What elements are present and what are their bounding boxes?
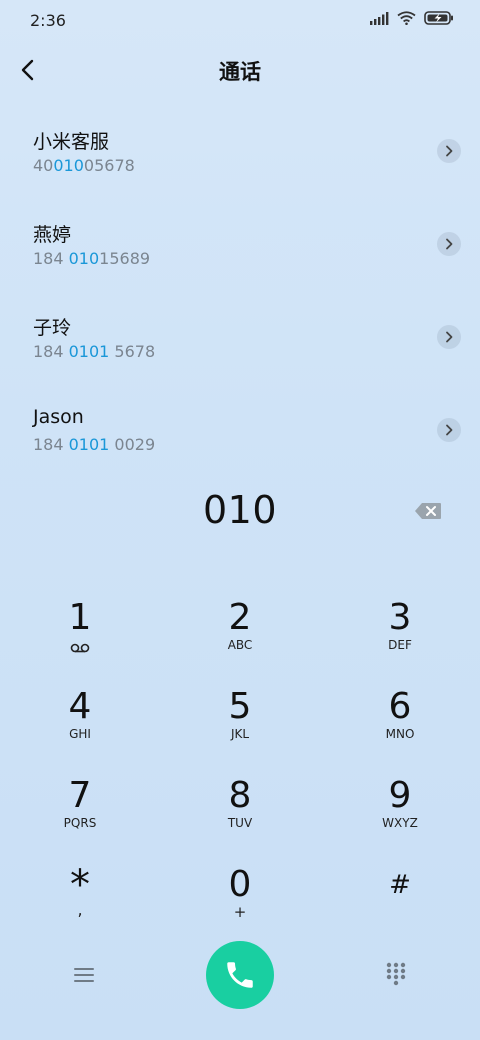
chevron-right-icon [446, 424, 453, 436]
dialed-number[interactable]: 010 [0, 488, 480, 532]
key-2[interactable]: 2 ABC [160, 590, 320, 679]
key-0[interactable]: 0 + [160, 857, 320, 946]
contact-name: 小米客服 [33, 131, 110, 153]
key-digit: 5 [228, 686, 252, 727]
key-letters: + [233, 903, 247, 921]
contact-number: 4001005678 [33, 156, 135, 175]
contact-name: 子玲 [33, 317, 72, 339]
number-match-highlight: 010 [68, 249, 100, 268]
keypad: 1 2 ABC 3 DEF 4 GHI 5 JKL 6 MNO 7 PQRS 8… [0, 590, 480, 946]
key-4[interactable]: 4 GHI [0, 679, 160, 768]
contact-detail-button[interactable] [437, 325, 461, 349]
chevron-right-icon [446, 331, 453, 343]
header: 通话 [0, 50, 480, 90]
key-digit: 1 [68, 597, 92, 638]
key-letters: DEF [388, 638, 412, 652]
contact-item[interactable]: 子玲 184 0101 5678 [0, 291, 480, 384]
key-8[interactable]: 8 TUV [160, 768, 320, 857]
key-digit: * [70, 862, 90, 908]
voicemail-icon [70, 643, 90, 653]
status-bar: 2:36 [0, 0, 480, 40]
key-7[interactable]: 7 PQRS [0, 768, 160, 857]
key-6[interactable]: 6 MNO [320, 679, 480, 768]
number-match-highlight: 0101 [68, 435, 110, 454]
backspace-button[interactable] [412, 500, 444, 522]
number-match-highlight: 0101 [68, 342, 110, 361]
contact-item[interactable]: 小米客服 4001005678 [0, 105, 480, 198]
menu-button[interactable] [68, 960, 100, 990]
contact-number: 184 01015689 [33, 249, 151, 268]
key-letters: PQRS [63, 816, 97, 830]
key-5[interactable]: 5 JKL [160, 679, 320, 768]
call-button[interactable] [206, 941, 274, 1009]
keypad-toggle-button[interactable] [380, 958, 412, 990]
key-digit: 3 [388, 597, 412, 638]
contact-list: 小米客服 4001005678 燕婷 184 01015689 子玲 184 0… [0, 105, 480, 477]
signal-icon [370, 11, 389, 25]
key-digit: 9 [388, 775, 412, 816]
key-digit: 6 [388, 686, 412, 727]
key-digit: # [389, 870, 411, 900]
contact-detail-button[interactable] [437, 232, 461, 256]
contact-name: 燕婷 [33, 224, 72, 246]
key-9[interactable]: 9 WXYZ [320, 768, 480, 857]
phone-icon [227, 962, 253, 988]
battery-charging-icon [424, 11, 453, 25]
key-star[interactable]: * , [0, 857, 160, 946]
backspace-icon [415, 503, 441, 519]
chevron-right-icon [446, 145, 453, 157]
page-title: 通话 [219, 60, 261, 84]
menu-icon [74, 968, 94, 982]
key-digit: 7 [68, 775, 92, 816]
contact-name: Jason [33, 406, 84, 428]
key-letters: , [77, 900, 83, 919]
key-letters: MNO [385, 727, 415, 741]
key-digit: 8 [228, 775, 252, 816]
contact-item[interactable]: Jason 184 0101 0029 [0, 384, 480, 477]
key-hash[interactable]: # [320, 857, 480, 946]
key-digit: 4 [68, 686, 92, 727]
key-letters: JKL [230, 727, 250, 741]
key-letters: GHI [69, 727, 91, 741]
key-digit: 2 [228, 597, 252, 638]
key-letters: TUV [227, 816, 253, 830]
key-letters: WXYZ [382, 816, 418, 830]
contact-detail-button[interactable] [437, 139, 461, 163]
number-match-highlight: 010 [53, 156, 84, 175]
contact-detail-button[interactable] [437, 418, 461, 442]
status-icons [370, 11, 454, 25]
contact-number: 184 0101 5678 [33, 342, 156, 361]
contact-item[interactable]: 燕婷 184 01015689 [0, 198, 480, 291]
key-3[interactable]: 3 DEF [320, 590, 480, 679]
status-time: 2:36 [30, 11, 66, 30]
wifi-icon [397, 11, 416, 25]
contact-number: 184 0101 0029 [33, 435, 156, 454]
key-letters: ABC [227, 638, 253, 652]
key-1[interactable]: 1 [0, 590, 160, 679]
dialpad-icon [386, 962, 406, 986]
key-digit: 0 [228, 864, 252, 905]
chevron-right-icon [446, 238, 453, 250]
bottom-bar [0, 940, 480, 1010]
